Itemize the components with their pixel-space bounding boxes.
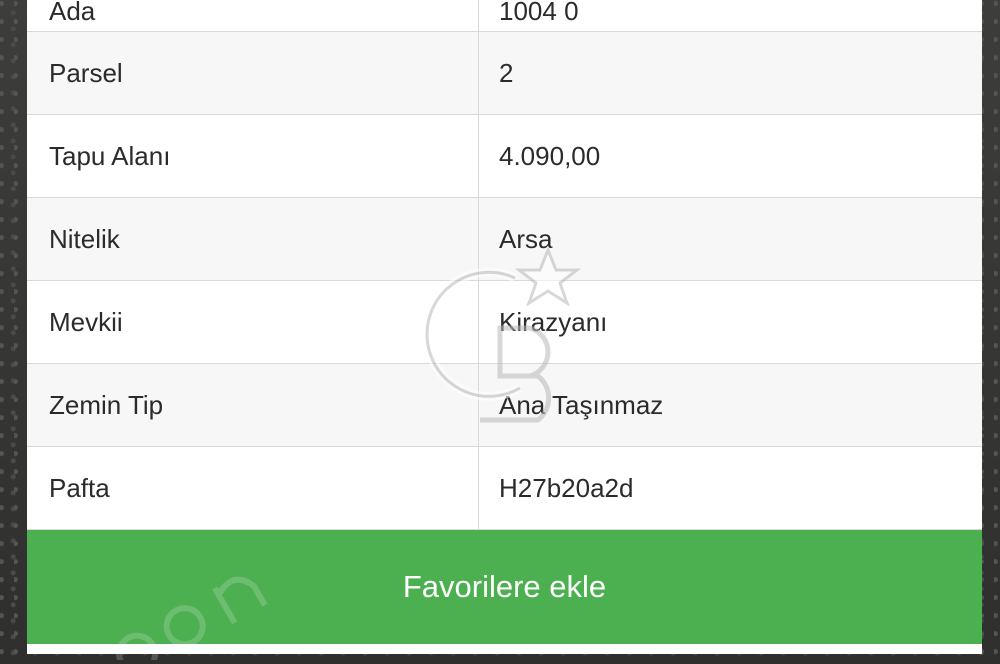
row-label: Zemin Tip [27,364,479,446]
row-label: Tapu Alanı [27,115,479,197]
row-label: Pafta [27,447,479,529]
row-value: Arsa [499,223,553,254]
table-row-pafta: Pafta H27b20a2d [27,447,982,530]
row-value: Kirazyanı [499,306,608,337]
row-value: 4.090,00 [499,140,601,171]
table-row-tapu-alani: Tapu Alanı 4.090,00 [27,115,982,198]
row-label: Mevkii [27,281,479,363]
table-row-zemin-tip: Zemin Tip Ana Taşınmaz [27,364,982,447]
row-label: Parsel [27,32,479,114]
table-row-ada: Ada 1004 0 [27,0,982,32]
row-label: Ada [27,0,479,31]
table-row-nitelik: Nitelik Arsa [27,198,982,281]
listing-details-panel: Ada 1004 0 Parsel 2 Tapu Alanı 4.090,00 … [27,0,982,654]
row-value: 1004 0 [499,0,579,26]
row-value: H27b20a2d [499,472,634,503]
row-value: Ana Taşınmaz [499,389,664,420]
row-value: 2 [499,57,514,88]
table-row-mevkii: Mevkii Kirazyanı [27,281,982,364]
details-table: Ada 1004 0 Parsel 2 Tapu Alanı 4.090,00 … [27,0,982,530]
add-to-favorites-label: Favorilere ekle [402,569,607,604]
table-row-parsel: Parsel 2 [27,32,982,115]
row-label: Nitelik [27,198,479,280]
add-to-favorites-button[interactable]: Favorilere ekle [27,530,982,644]
